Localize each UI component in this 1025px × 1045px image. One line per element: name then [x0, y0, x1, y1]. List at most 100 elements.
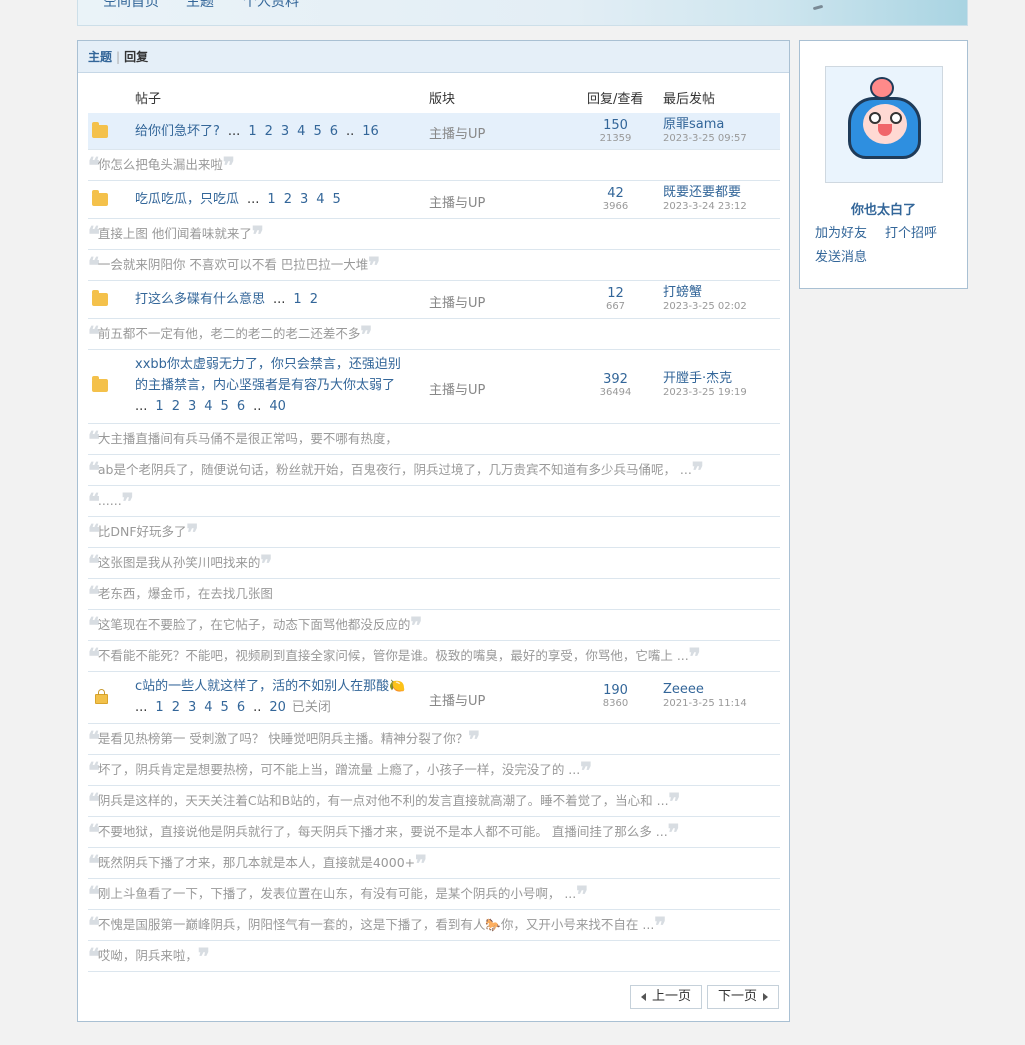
- page-link[interactable]: 3: [300, 192, 308, 207]
- page-link[interactable]: 4: [316, 192, 324, 207]
- avatar[interactable]: [825, 66, 943, 183]
- page-link-last[interactable]: 20: [269, 700, 286, 715]
- page-link[interactable]: 2: [172, 399, 180, 414]
- thread-title[interactable]: 吃瓜吃瓜，只吃瓜: [135, 192, 239, 207]
- banner-decoration: [812, 4, 824, 11]
- page-link[interactable]: 6: [330, 124, 338, 139]
- last-post-user[interactable]: 既要还要都要: [663, 186, 747, 200]
- folder-icon: [92, 190, 108, 206]
- pagination: 上一页 下一页: [629, 985, 779, 1009]
- thread-row[interactable]: xxbb你太虚弱无力了，你只会禁言，还强迫别 的主播禁言，内心坚强者是有容乃大你…: [88, 350, 780, 424]
- reply-item[interactable]: ❝......❞: [88, 486, 780, 517]
- thread-title[interactable]: 打这么多碟有什么意思: [135, 292, 265, 307]
- header-last-post: 最后发帖: [663, 92, 716, 107]
- page-link[interactable]: 5: [221, 700, 229, 715]
- page-link[interactable]: 4: [204, 399, 212, 414]
- last-post-user[interactable]: 开膛手·杰克: [663, 372, 747, 386]
- thread-board[interactable]: 主播与UP: [429, 123, 485, 142]
- page-link-last[interactable]: 16: [362, 124, 379, 139]
- page-link[interactable]: 1: [267, 192, 275, 207]
- last-post-time: 2021-3-25 11:14: [663, 698, 747, 709]
- reply-item[interactable]: ❝坏了，阴兵肯定是想要热榜，可不能上当，蹭流量 上瘾了，小孩子一样，没完没了的 …: [88, 755, 780, 786]
- page-link[interactable]: 3: [188, 399, 196, 414]
- open-quote-icon: ❝: [88, 551, 100, 577]
- page-link[interactable]: 1: [293, 292, 301, 307]
- last-post-user[interactable]: 打螃蟹: [663, 286, 747, 300]
- thread-board[interactable]: 主播与UP: [429, 690, 485, 709]
- nav-space-home[interactable]: 空间首页: [103, 0, 159, 11]
- last-post-user[interactable]: 原罪sama: [663, 118, 747, 132]
- reply-item[interactable]: ❝不看能不能死？不能吧，视频刷到直接全家问候，管你是谁。极致的嘴臭，最好的享受，…: [88, 641, 780, 672]
- thread-title-line1[interactable]: xxbb你太虚弱无力了，你只会禁言，还强迫别: [135, 357, 401, 372]
- reply-item[interactable]: ❝不愧是国服第一巅峰阴兵，阴阳怪气有一套的，这是下播了，看到有人🐎你，又开小号来…: [88, 910, 780, 941]
- profile-username[interactable]: 你也太白了: [800, 199, 967, 218]
- page-link[interactable]: 4: [204, 700, 212, 715]
- reply-item[interactable]: ❝一会就来阴阳你 不喜欢可以不看 巴拉巴拉一大堆❞: [88, 250, 780, 281]
- thread-row[interactable]: c站的一些人就这样了，活的不如别人在那酸🍋 ... 1 2 3 4 5 6.. 20 已关闭 主…: [88, 672, 780, 724]
- reply-item[interactable]: ❝前五都不一定有他，老二的老二的老二还差不多❞: [88, 319, 780, 350]
- page-link[interactable]: 3: [188, 700, 196, 715]
- nav-profile[interactable]: 个人资料: [243, 0, 299, 11]
- reply-item[interactable]: ❝ab是个老阴兵了，随便说句话，粉丝就开始，百鬼夜行，阴兵过境了，几万贵宾不知道…: [88, 455, 780, 486]
- page-link[interactable]: 1: [248, 124, 256, 139]
- page-link[interactable]: 2: [172, 700, 180, 715]
- last-post-time: 2023-3-24 23:12: [663, 201, 747, 212]
- reply-item[interactable]: ❝不要地狱，直接说他是阴兵就行了，每天阴兵下播才来，要说不是本人都不可能。 直播…: [88, 817, 780, 848]
- page-link[interactable]: 3: [281, 124, 289, 139]
- reply-item[interactable]: ❝既然阴兵下播了才来，那几本就是本人，直接就是4000+❞: [88, 848, 780, 879]
- thread-title-block: 打这么多碟有什么意思... 1 2: [135, 289, 318, 310]
- thread-title[interactable]: c站的一些人就这样了，活的不如别人在那酸🍋: [135, 679, 405, 694]
- greet-link[interactable]: 打个招呼: [885, 222, 937, 241]
- reply-text: ......: [97, 493, 122, 508]
- thread-board[interactable]: 主播与UP: [429, 292, 485, 311]
- thread-row[interactable]: 打这么多碟有什么意思... 1 2 主播与UP 12 667 打螃蟹 2023-3-…: [88, 281, 780, 319]
- tab-replies[interactable]: 回复: [124, 48, 148, 65]
- page-link[interactable]: 6: [237, 399, 245, 414]
- thread-counts: 42 3966: [578, 187, 653, 213]
- prev-page-label: 上一页: [651, 989, 691, 1004]
- reply-item[interactable]: ❝这张图是我从孙笑川吧找来的❞: [88, 548, 780, 579]
- reply-item[interactable]: ❝比DNF好玩多了❞: [88, 517, 780, 548]
- add-friend-link[interactable]: 加为好友: [815, 222, 867, 241]
- page-link[interactable]: 2: [265, 124, 273, 139]
- thread-row[interactable]: 给你们急坏了?... 1 2 3 4 5 6.. 16 主播与UP 150 21359 原罪s…: [88, 113, 780, 150]
- last-post-user[interactable]: Zeeee: [663, 683, 747, 697]
- thread-board[interactable]: 主播与UP: [429, 379, 485, 398]
- page-link[interactable]: 6: [237, 700, 245, 715]
- last-post-time: 2023-3-25 02:02: [663, 301, 747, 312]
- reply-text: 不看能不能死？不能吧，视频刷到直接全家问候，管你是谁。极致的嘴臭，最好的享受，你…: [97, 648, 689, 663]
- page-link[interactable]: 5: [313, 124, 321, 139]
- page-link[interactable]: 4: [297, 124, 305, 139]
- close-quote-icon: ❞: [197, 944, 210, 970]
- prev-page-button[interactable]: 上一页: [629, 985, 702, 1009]
- reply-item[interactable]: ❝阴兵是这样的，天天关注着C站和B站的，有一点对他不利的发言直接就高潮了。睡不着…: [88, 786, 780, 817]
- close-quote-icon: ❞: [576, 882, 588, 908]
- arrow-left-icon: [640, 993, 646, 1001]
- reply-item[interactable]: ❝刚上斗鱼看了一下，下播了，发表位置在山东，有没有可能，是某个阴兵的小号啊， .…: [88, 879, 780, 910]
- send-message-link[interactable]: 发送消息: [815, 246, 867, 265]
- reply-item[interactable]: ❝是看见热榜第一 受刺激了吗？ 快睡觉吧阴兵主播。精神分裂了你？❞: [88, 724, 780, 755]
- thread-title[interactable]: 给你们急坏了?: [135, 124, 220, 139]
- page-link[interactable]: 1: [155, 399, 163, 414]
- page-link[interactable]: 2: [310, 292, 318, 307]
- reply-item[interactable]: ❝直接上图 他们闻着味就来了❞: [88, 219, 780, 250]
- thread-title-line2[interactable]: 的主播禁言，内心坚强者是有容乃大你太弱了: [135, 378, 395, 393]
- page-link[interactable]: 5: [333, 192, 341, 207]
- close-quote-icon: ❞: [368, 253, 380, 279]
- nav-topics[interactable]: 主题: [186, 0, 214, 11]
- reply-item[interactable]: ❝这笔现在不要脸了，在它帖子，动态下面骂他都没反应的❞: [88, 610, 780, 641]
- open-quote-icon: ❝: [88, 520, 100, 546]
- page-link[interactable]: 1: [155, 700, 163, 715]
- tab-bar: 主题 | 回复: [78, 41, 789, 73]
- reply-item[interactable]: ❝老东西，爆金币，在去找几张图: [88, 579, 780, 610]
- next-page-button[interactable]: 下一页: [706, 985, 779, 1009]
- reply-item[interactable]: ❝大主播直播间有兵马俑不是很正常吗，要不哪有热度，: [88, 424, 780, 455]
- tab-topics[interactable]: 主题: [88, 48, 112, 65]
- thread-row[interactable]: 吃瓜吃瓜，只吃瓜... 1 2 3 4 5 主播与UP 42 3966 既要还要都要 20…: [88, 181, 780, 219]
- thread-board[interactable]: 主播与UP: [429, 192, 485, 211]
- page-link-last[interactable]: 40: [269, 399, 286, 414]
- reply-item[interactable]: ❝你怎么把龟头漏出来啦❞: [88, 150, 780, 181]
- page-link[interactable]: 2: [284, 192, 292, 207]
- reply-item[interactable]: ❝哎呦，阴兵来啦，❞: [88, 941, 780, 972]
- page-link[interactable]: 5: [221, 399, 229, 414]
